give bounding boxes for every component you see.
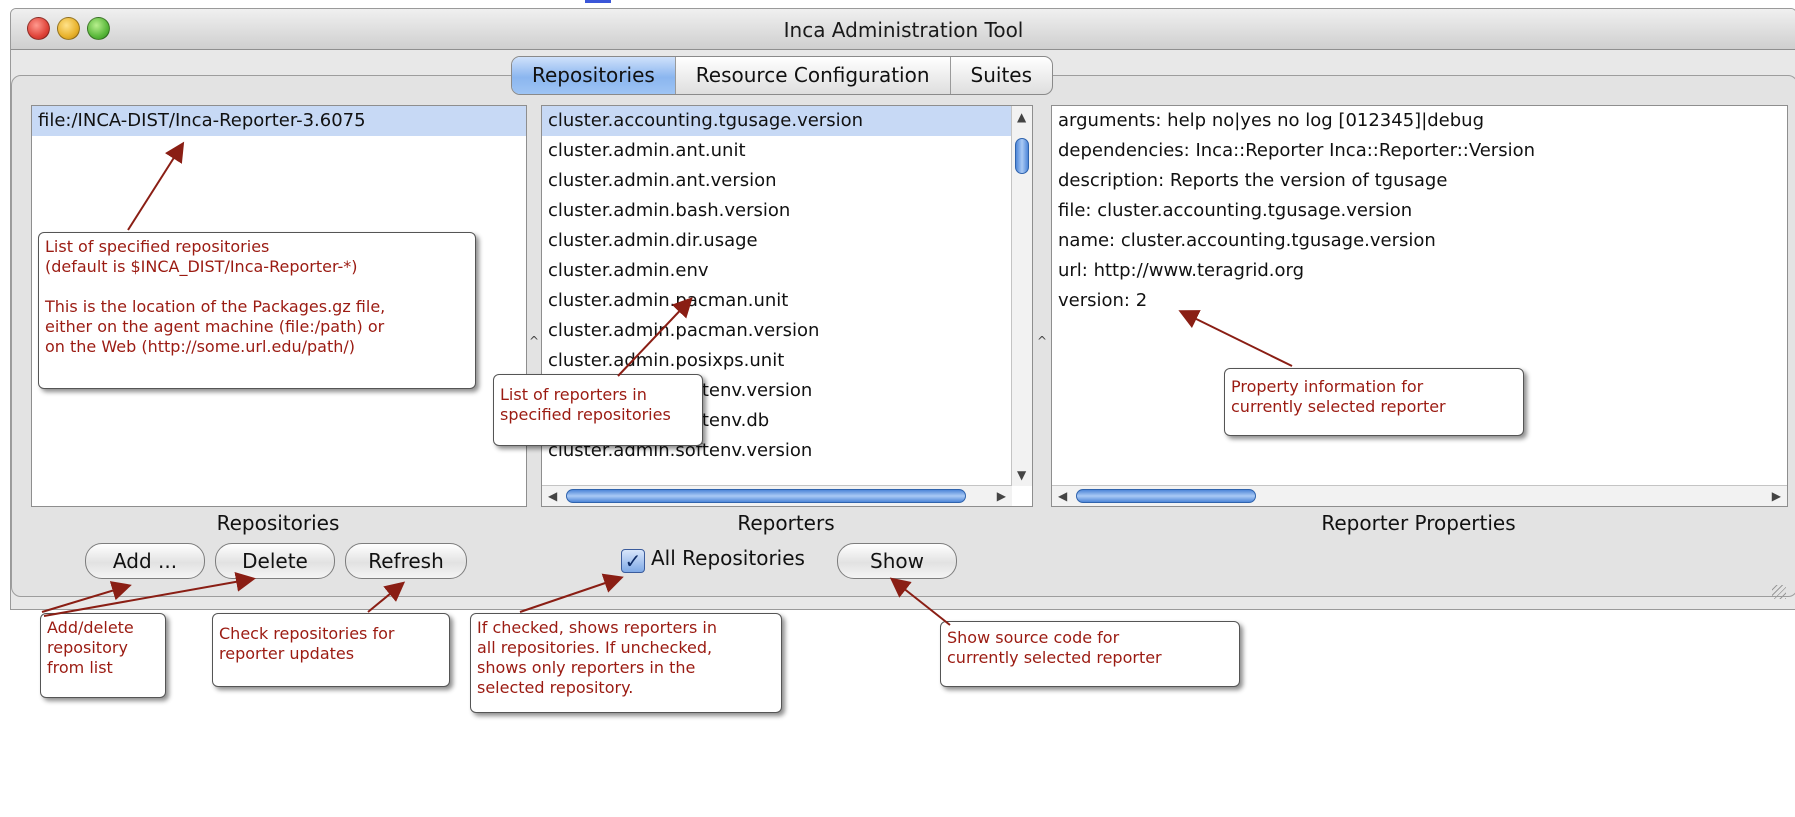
refresh-button[interactable]: Refresh <box>345 543 467 579</box>
reporter-properties-list[interactable]: arguments: help no|yes no log [012345]|d… <box>1051 105 1788 507</box>
annotation-show-source: Show source code for currently selected … <box>940 621 1240 687</box>
scroll-up-icon[interactable]: ▲ <box>1017 110 1026 124</box>
reporter-item[interactable]: cluster.admin.env <box>542 256 1032 286</box>
resize-grip-icon[interactable] <box>1772 585 1786 599</box>
reporters-caption: Reporters <box>737 511 835 535</box>
scroll-thumb[interactable] <box>1076 489 1256 503</box>
reporter-item[interactable]: cluster.admin.pacman.unit <box>542 286 1032 316</box>
reporters-horizontal-scrollbar[interactable]: ◀ ▶ <box>542 485 1012 506</box>
all-repositories-label: All Repositories <box>651 546 805 570</box>
scroll-left-icon[interactable]: ◀ <box>1058 489 1067 503</box>
scroll-thumb[interactable] <box>1015 138 1029 174</box>
top-link-mark <box>585 0 611 3</box>
reporter-item[interactable]: cluster.admin.pacman.version <box>542 316 1032 346</box>
scroll-thumb[interactable] <box>566 489 966 503</box>
annotation-reporters-list: List of reporters in specified repositor… <box>493 374 703 446</box>
property-row: name: cluster.accounting.tgusage.version <box>1058 230 1436 251</box>
annotation-add-delete: Add/delete repository from list <box>40 613 166 698</box>
scroll-right-icon[interactable]: ▶ <box>1772 489 1781 503</box>
show-source-button[interactable]: Show <box>837 543 957 579</box>
reporter-item[interactable]: cluster.admin.ant.unit <box>542 136 1032 166</box>
reporters-list[interactable]: cluster.accounting.tgusage.version clust… <box>541 105 1033 507</box>
splitter-arrow-icon[interactable]: ^ <box>529 334 539 348</box>
property-row: description: Reports the version of tgus… <box>1058 170 1448 191</box>
add-repository-button[interactable]: Add ... <box>85 543 205 579</box>
scroll-left-icon[interactable]: ◀ <box>548 489 557 503</box>
reporter-item[interactable]: cluster.accounting.tgusage.version <box>542 106 1032 136</box>
reporter-properties-caption: Reporter Properties <box>1321 511 1516 535</box>
reporter-item[interactable]: cluster.admin.posixps.unit <box>542 346 1032 376</box>
title-bar: Inca Administration Tool <box>11 9 1795 50</box>
property-row: file: cluster.accounting.tgusage.version <box>1058 200 1413 221</box>
splitter-arrow-icon[interactable]: ^ <box>1037 334 1047 348</box>
reporter-item[interactable]: cluster.admin.ant.version <box>542 166 1032 196</box>
reporter-item[interactable]: cluster.admin.dir.usage <box>542 226 1032 256</box>
properties-horizontal-scrollbar[interactable]: ◀ ▶ <box>1052 485 1787 506</box>
window-title: Inca Administration Tool <box>783 18 1024 42</box>
annotation-repositories-list: List of specified repositories (default … <box>38 232 476 389</box>
tab-suites[interactable]: Suites <box>951 57 1052 94</box>
tab-bar: Repositories Resource Configuration Suit… <box>511 56 1054 95</box>
repositories-caption: Repositories <box>216 511 340 535</box>
scroll-right-icon[interactable]: ▶ <box>997 489 1006 503</box>
scroll-down-icon[interactable]: ▼ <box>1017 468 1026 482</box>
repository-item[interactable]: file:/INCA-DIST/Inca-Reporter-3.6075 <box>32 106 526 136</box>
reporter-item[interactable]: cluster.admin.bash.version <box>542 196 1032 226</box>
reporters-vertical-scrollbar[interactable]: ▲ ▼ <box>1011 106 1032 486</box>
property-row: version: 2 <box>1058 290 1148 311</box>
all-repositories-checkbox[interactable]: ✓ <box>621 549 645 573</box>
annotation-property-info: Property information for currently selec… <box>1224 368 1524 436</box>
property-row: arguments: help no|yes no log [012345]|d… <box>1058 110 1485 131</box>
annotation-all-repositories: If checked, shows reporters in all repos… <box>470 613 782 713</box>
property-row: dependencies: Inca::Reporter Inca::Repor… <box>1058 140 1536 161</box>
annotation-check-repositories: Check repositories for reporter updates <box>212 613 450 687</box>
tab-resource-configuration[interactable]: Resource Configuration <box>676 57 951 94</box>
delete-repository-button[interactable]: Delete <box>215 543 335 579</box>
tab-repositories[interactable]: Repositories <box>512 57 676 94</box>
property-row: url: http://www.teragrid.org <box>1058 260 1305 281</box>
